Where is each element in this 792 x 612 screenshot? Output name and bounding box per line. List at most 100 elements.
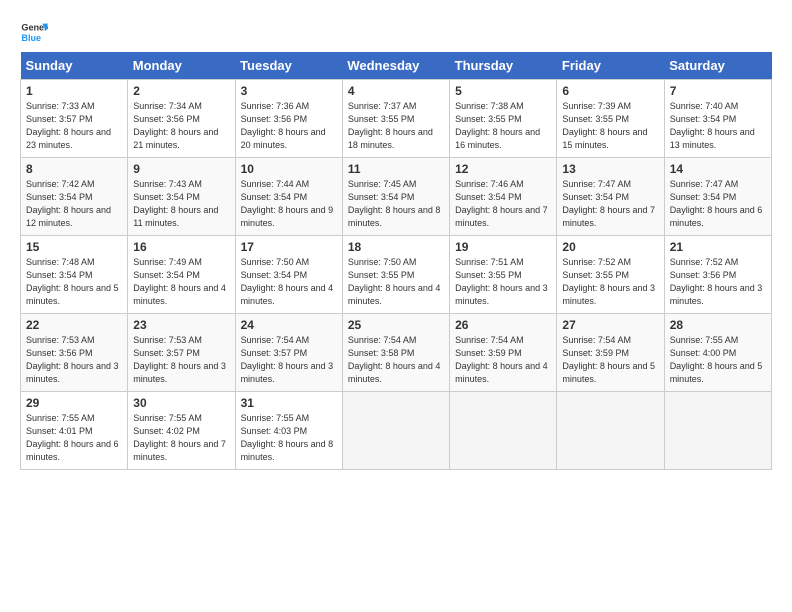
col-header-sunday: Sunday: [21, 52, 128, 80]
logo: General Blue: [20, 18, 48, 46]
day-number: 20: [562, 240, 658, 254]
day-cell-4: 4 Sunrise: 7:37 AMSunset: 3:55 PMDayligh…: [342, 80, 449, 158]
day-info: Sunrise: 7:54 AMSunset: 3:59 PMDaylight:…: [455, 335, 548, 384]
day-number: 10: [241, 162, 337, 176]
day-info: Sunrise: 7:33 AMSunset: 3:57 PMDaylight:…: [26, 101, 111, 150]
page-header: General Blue: [20, 18, 772, 46]
day-number: 24: [241, 318, 337, 332]
day-cell-18: 18 Sunrise: 7:50 AMSunset: 3:55 PMDaylig…: [342, 236, 449, 314]
day-number: 12: [455, 162, 551, 176]
day-cell-13: 13 Sunrise: 7:47 AMSunset: 3:54 PMDaylig…: [557, 158, 664, 236]
day-number: 22: [26, 318, 122, 332]
day-number: 28: [670, 318, 766, 332]
day-cell-9: 9 Sunrise: 7:43 AMSunset: 3:54 PMDayligh…: [128, 158, 235, 236]
day-cell-14: 14 Sunrise: 7:47 AMSunset: 3:54 PMDaylig…: [664, 158, 771, 236]
col-header-thursday: Thursday: [450, 52, 557, 80]
day-cell-21: 21 Sunrise: 7:52 AMSunset: 3:56 PMDaylig…: [664, 236, 771, 314]
day-cell-23: 23 Sunrise: 7:53 AMSunset: 3:57 PMDaylig…: [128, 314, 235, 392]
day-info: Sunrise: 7:42 AMSunset: 3:54 PMDaylight:…: [26, 179, 111, 228]
day-number: 2: [133, 84, 229, 98]
day-number: 1: [26, 84, 122, 98]
empty-cell: [342, 392, 449, 470]
col-header-saturday: Saturday: [664, 52, 771, 80]
day-cell-29: 29 Sunrise: 7:55 AMSunset: 4:01 PMDaylig…: [21, 392, 128, 470]
day-info: Sunrise: 7:44 AMSunset: 3:54 PMDaylight:…: [241, 179, 334, 228]
day-number: 21: [670, 240, 766, 254]
week-row-5: 29 Sunrise: 7:55 AMSunset: 4:01 PMDaylig…: [21, 392, 772, 470]
day-number: 14: [670, 162, 766, 176]
day-info: Sunrise: 7:47 AMSunset: 3:54 PMDaylight:…: [670, 179, 763, 228]
day-cell-30: 30 Sunrise: 7:55 AMSunset: 4:02 PMDaylig…: [128, 392, 235, 470]
day-cell-31: 31 Sunrise: 7:55 AMSunset: 4:03 PMDaylig…: [235, 392, 342, 470]
day-info: Sunrise: 7:37 AMSunset: 3:55 PMDaylight:…: [348, 101, 433, 150]
day-cell-27: 27 Sunrise: 7:54 AMSunset: 3:59 PMDaylig…: [557, 314, 664, 392]
day-number: 26: [455, 318, 551, 332]
day-cell-20: 20 Sunrise: 7:52 AMSunset: 3:55 PMDaylig…: [557, 236, 664, 314]
week-row-2: 8 Sunrise: 7:42 AMSunset: 3:54 PMDayligh…: [21, 158, 772, 236]
day-info: Sunrise: 7:43 AMSunset: 3:54 PMDaylight:…: [133, 179, 218, 228]
day-cell-17: 17 Sunrise: 7:50 AMSunset: 3:54 PMDaylig…: [235, 236, 342, 314]
day-cell-25: 25 Sunrise: 7:54 AMSunset: 3:58 PMDaylig…: [342, 314, 449, 392]
day-info: Sunrise: 7:55 AMSunset: 4:03 PMDaylight:…: [241, 413, 334, 462]
day-info: Sunrise: 7:49 AMSunset: 3:54 PMDaylight:…: [133, 257, 226, 306]
day-cell-16: 16 Sunrise: 7:49 AMSunset: 3:54 PMDaylig…: [128, 236, 235, 314]
day-info: Sunrise: 7:55 AMSunset: 4:01 PMDaylight:…: [26, 413, 119, 462]
day-number: 6: [562, 84, 658, 98]
day-info: Sunrise: 7:50 AMSunset: 3:54 PMDaylight:…: [241, 257, 334, 306]
day-number: 15: [26, 240, 122, 254]
day-number: 4: [348, 84, 444, 98]
col-header-monday: Monday: [128, 52, 235, 80]
day-cell-19: 19 Sunrise: 7:51 AMSunset: 3:55 PMDaylig…: [450, 236, 557, 314]
day-cell-12: 12 Sunrise: 7:46 AMSunset: 3:54 PMDaylig…: [450, 158, 557, 236]
day-info: Sunrise: 7:52 AMSunset: 3:55 PMDaylight:…: [562, 257, 655, 306]
day-info: Sunrise: 7:45 AMSunset: 3:54 PMDaylight:…: [348, 179, 441, 228]
day-cell-22: 22 Sunrise: 7:53 AMSunset: 3:56 PMDaylig…: [21, 314, 128, 392]
day-cell-28: 28 Sunrise: 7:55 AMSunset: 4:00 PMDaylig…: [664, 314, 771, 392]
day-info: Sunrise: 7:48 AMSunset: 3:54 PMDaylight:…: [26, 257, 119, 306]
day-number: 17: [241, 240, 337, 254]
day-cell-15: 15 Sunrise: 7:48 AMSunset: 3:54 PMDaylig…: [21, 236, 128, 314]
day-info: Sunrise: 7:52 AMSunset: 3:56 PMDaylight:…: [670, 257, 763, 306]
day-number: 19: [455, 240, 551, 254]
day-cell-2: 2 Sunrise: 7:34 AMSunset: 3:56 PMDayligh…: [128, 80, 235, 158]
day-info: Sunrise: 7:46 AMSunset: 3:54 PMDaylight:…: [455, 179, 548, 228]
week-row-3: 15 Sunrise: 7:48 AMSunset: 3:54 PMDaylig…: [21, 236, 772, 314]
svg-text:Blue: Blue: [21, 33, 41, 43]
day-number: 9: [133, 162, 229, 176]
day-number: 30: [133, 396, 229, 410]
day-cell-26: 26 Sunrise: 7:54 AMSunset: 3:59 PMDaylig…: [450, 314, 557, 392]
day-cell-3: 3 Sunrise: 7:36 AMSunset: 3:56 PMDayligh…: [235, 80, 342, 158]
day-cell-8: 8 Sunrise: 7:42 AMSunset: 3:54 PMDayligh…: [21, 158, 128, 236]
day-info: Sunrise: 7:50 AMSunset: 3:55 PMDaylight:…: [348, 257, 441, 306]
week-row-4: 22 Sunrise: 7:53 AMSunset: 3:56 PMDaylig…: [21, 314, 772, 392]
col-header-tuesday: Tuesday: [235, 52, 342, 80]
day-number: 7: [670, 84, 766, 98]
empty-cell: [557, 392, 664, 470]
day-info: Sunrise: 7:54 AMSunset: 3:57 PMDaylight:…: [241, 335, 334, 384]
day-cell-5: 5 Sunrise: 7:38 AMSunset: 3:55 PMDayligh…: [450, 80, 557, 158]
day-info: Sunrise: 7:39 AMSunset: 3:55 PMDaylight:…: [562, 101, 647, 150]
day-info: Sunrise: 7:54 AMSunset: 3:58 PMDaylight:…: [348, 335, 441, 384]
calendar-header-row: SundayMondayTuesdayWednesdayThursdayFrid…: [21, 52, 772, 80]
logo-icon: General Blue: [20, 18, 48, 46]
day-number: 3: [241, 84, 337, 98]
week-row-1: 1 Sunrise: 7:33 AMSunset: 3:57 PMDayligh…: [21, 80, 772, 158]
day-cell-10: 10 Sunrise: 7:44 AMSunset: 3:54 PMDaylig…: [235, 158, 342, 236]
col-header-friday: Friday: [557, 52, 664, 80]
col-header-wednesday: Wednesday: [342, 52, 449, 80]
day-cell-1: 1 Sunrise: 7:33 AMSunset: 3:57 PMDayligh…: [21, 80, 128, 158]
day-info: Sunrise: 7:38 AMSunset: 3:55 PMDaylight:…: [455, 101, 540, 150]
day-info: Sunrise: 7:53 AMSunset: 3:56 PMDaylight:…: [26, 335, 119, 384]
day-cell-11: 11 Sunrise: 7:45 AMSunset: 3:54 PMDaylig…: [342, 158, 449, 236]
day-number: 5: [455, 84, 551, 98]
day-number: 8: [26, 162, 122, 176]
day-number: 25: [348, 318, 444, 332]
day-info: Sunrise: 7:34 AMSunset: 3:56 PMDaylight:…: [133, 101, 218, 150]
day-number: 23: [133, 318, 229, 332]
day-cell-24: 24 Sunrise: 7:54 AMSunset: 3:57 PMDaylig…: [235, 314, 342, 392]
day-info: Sunrise: 7:40 AMSunset: 3:54 PMDaylight:…: [670, 101, 755, 150]
empty-cell: [664, 392, 771, 470]
day-info: Sunrise: 7:54 AMSunset: 3:59 PMDaylight:…: [562, 335, 655, 384]
day-info: Sunrise: 7:53 AMSunset: 3:57 PMDaylight:…: [133, 335, 226, 384]
day-info: Sunrise: 7:47 AMSunset: 3:54 PMDaylight:…: [562, 179, 655, 228]
